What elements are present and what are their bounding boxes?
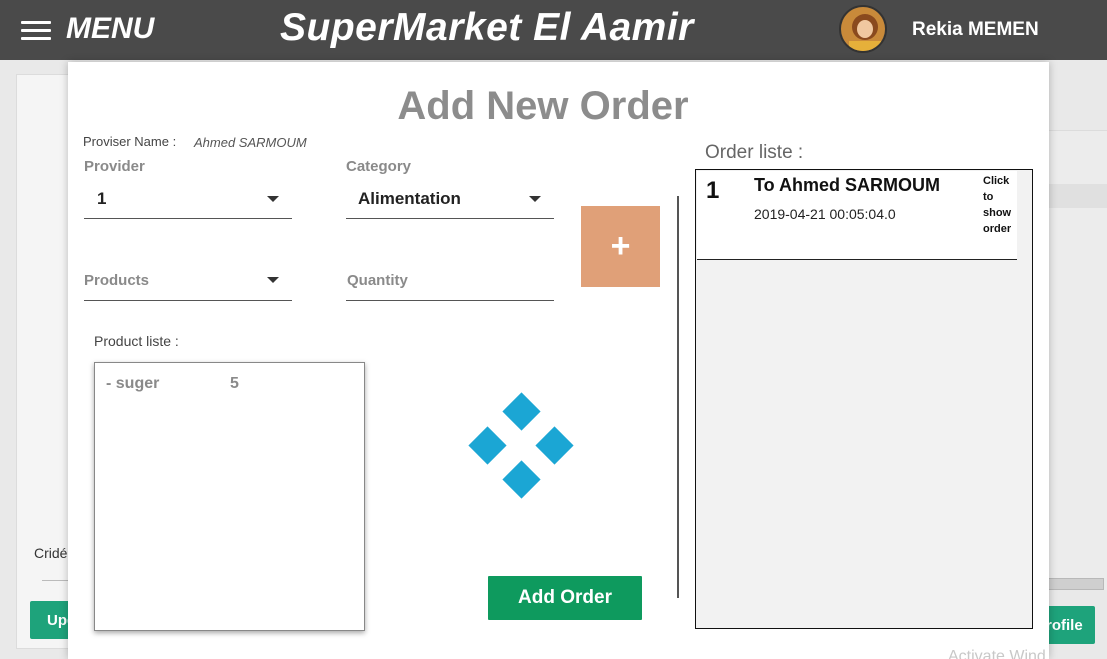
add-order-button[interactable]: Add Order bbox=[488, 576, 642, 620]
top-bar: MENU SuperMarket El Aamir Rekia MEMEN bbox=[0, 0, 1107, 60]
user-avatar[interactable] bbox=[839, 5, 887, 53]
app-title: SuperMarket El Aamir bbox=[280, 6, 694, 49]
order-list-item[interactable]: 1 To Ahmed SARMOUM 2019-04-21 00:05:04.0… bbox=[697, 171, 1017, 260]
provider-value: 1 bbox=[97, 189, 107, 208]
menu-label[interactable]: MENU bbox=[66, 12, 154, 46]
provider-label: Provider bbox=[84, 158, 145, 175]
dropdown-caret-icon bbox=[267, 196, 279, 202]
order-title: To Ahmed SARMOUM bbox=[754, 175, 940, 195]
dropdown-caret-icon bbox=[267, 277, 279, 283]
provider-name-value: Ahmed SARMOUM bbox=[194, 135, 307, 150]
background-right-divider bbox=[1048, 130, 1107, 131]
modal-title: Add New Order bbox=[397, 84, 689, 128]
vertical-divider bbox=[677, 196, 679, 598]
loading-spinner-icon bbox=[466, 392, 576, 504]
category-label: Category bbox=[346, 158, 412, 175]
background-credit-label: Cridé bbox=[34, 545, 68, 561]
background-right-strip bbox=[1048, 184, 1107, 208]
category-select[interactable]: Alimentation bbox=[346, 180, 554, 219]
quantity-placeholder: Quantity bbox=[347, 272, 408, 289]
category-value: Alimentation bbox=[358, 189, 461, 208]
add-order-modal: Add New Order Proviser Name : Ahmed SARM… bbox=[68, 62, 1049, 659]
order-list-label: Order liste : bbox=[705, 142, 804, 163]
hamburger-icon[interactable] bbox=[21, 21, 51, 41]
dropdown-caret-icon bbox=[529, 196, 541, 202]
order-number: 1 bbox=[706, 177, 720, 204]
products-label: Products bbox=[84, 272, 150, 289]
provider-name-label: Proviser Name : bbox=[83, 134, 177, 149]
background-scrollbar[interactable] bbox=[1048, 578, 1104, 590]
product-list[interactable]: - suger 5 bbox=[94, 362, 365, 631]
quantity-input[interactable]: Quantity bbox=[346, 262, 554, 301]
product-list-item-quantity: 5 bbox=[230, 375, 239, 392]
user-name[interactable]: Rekia MEMEN bbox=[912, 19, 1039, 41]
show-order-link[interactable]: Click to show order bbox=[983, 173, 1019, 237]
activate-windows-watermark: Activate Wind bbox=[948, 648, 1046, 659]
order-date: 2019-04-21 00:05:04.0 bbox=[754, 206, 896, 222]
add-product-button[interactable]: + bbox=[581, 206, 660, 287]
product-list-label: Product liste : bbox=[94, 333, 179, 349]
products-select[interactable]: Products bbox=[84, 262, 292, 301]
provider-select[interactable]: 1 bbox=[84, 180, 292, 219]
product-list-item-name: - suger bbox=[106, 375, 160, 392]
order-list[interactable]: 1 To Ahmed SARMOUM 2019-04-21 00:05:04.0… bbox=[695, 169, 1033, 629]
